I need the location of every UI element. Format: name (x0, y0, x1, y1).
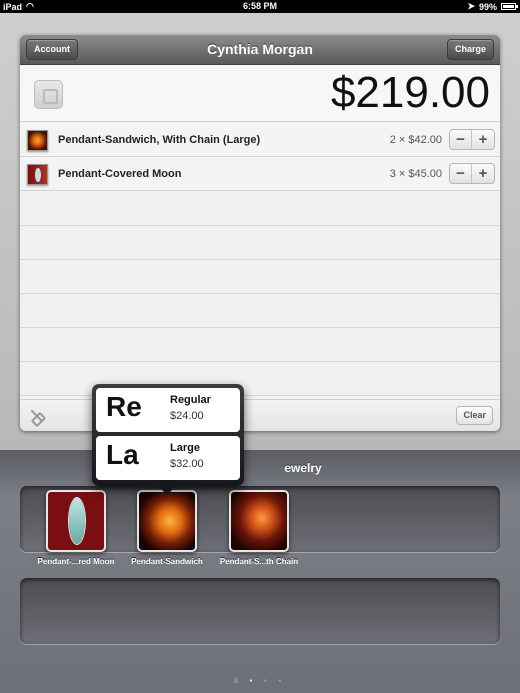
quantity-stepper: − + (449, 163, 495, 184)
search-page-dollar[interactable]: $ (234, 678, 243, 685)
variant-abbr: Re (106, 391, 142, 422)
line-item-name: Pendant-Covered Moon (58, 168, 182, 180)
quantity-stepper: − + (449, 129, 495, 150)
increment-button[interactable]: + (472, 164, 494, 183)
pendant-moon-thumbnail (27, 164, 48, 185)
location-arrow-icon: ➤ (467, 1, 475, 11)
total-row: $219.00 (20, 66, 500, 122)
catalog-item-label: Pendant-S...th Chain (219, 557, 299, 566)
variant-option-large[interactable]: La Large $32.00 (96, 436, 240, 480)
page-dot-active[interactable]: • (250, 678, 257, 685)
line-item-qty-price: 3 × $45.00 (389, 168, 442, 180)
line-item-qty-price: 2 × $42.00 (389, 134, 442, 146)
variant-option-regular[interactable]: Re Regular $24.00 (96, 388, 240, 432)
decrement-button[interactable]: − (450, 164, 472, 183)
order-panel: Account Cynthia Morgan Charge $219.00 Pe… (20, 35, 500, 431)
variant-price: $32.00 (170, 458, 204, 470)
clear-button[interactable]: Clear (456, 406, 493, 425)
page-dot[interactable]: • (279, 678, 286, 685)
empty-rows (20, 192, 500, 397)
category-title: ewelry (0, 461, 520, 475)
line-item-name: Pendant-Sandwich, With Chain (Large) (58, 134, 261, 146)
status-bar: iPad ◠ 6:58 PM ➤ 99% (0, 0, 520, 13)
charge-button[interactable]: Charge (446, 39, 494, 60)
catalog-item-covered-moon[interactable] (46, 490, 106, 552)
status-time: 6:58 PM (242, 1, 277, 11)
battery-icon (501, 3, 518, 10)
variant-name: Regular (170, 394, 211, 406)
title-bar: Account Cynthia Morgan Charge (20, 35, 500, 65)
increment-button[interactable]: + (472, 130, 494, 149)
catalog-item-label: Pendant-...red Moon (37, 557, 115, 566)
page-indicator[interactable]: $ • • • (0, 678, 520, 685)
line-item[interactable]: Pendant-Covered Moon 3 × $45.00 − + (20, 157, 500, 191)
variant-abbr: La (106, 439, 139, 470)
variant-name: Large (170, 442, 200, 454)
no-discount-tag-icon[interactable] (29, 409, 43, 423)
page-dot[interactable]: • (264, 678, 271, 685)
catalog-panel: ewelry Pendant-...red Moon Pendant-Sandw… (0, 450, 520, 693)
item-shelf (20, 578, 500, 644)
line-item[interactable]: Pendant-Sandwich, With Chain (Large) 2 ×… (20, 123, 500, 157)
catalog-item-sandwich[interactable] (137, 490, 197, 552)
variant-price: $24.00 (170, 410, 204, 422)
customer-name: Cynthia Morgan (207, 41, 313, 57)
battery-percent: 99% (478, 1, 497, 12)
catalog-item-label: Pendant-Sandwich (131, 557, 203, 566)
decrement-button[interactable]: − (450, 130, 472, 149)
variant-popover: Re Regular $24.00 La Large $32.00 (92, 384, 244, 495)
category-title-text: ewelry (284, 461, 322, 475)
catalog-item-sandwich-chain[interactable] (229, 490, 289, 552)
pendant-sandwich-thumbnail (27, 130, 48, 151)
status-right: ➤ 99% (467, 1, 518, 12)
order-total: $219.00 (330, 68, 490, 117)
customer-card-icon[interactable] (34, 80, 63, 109)
